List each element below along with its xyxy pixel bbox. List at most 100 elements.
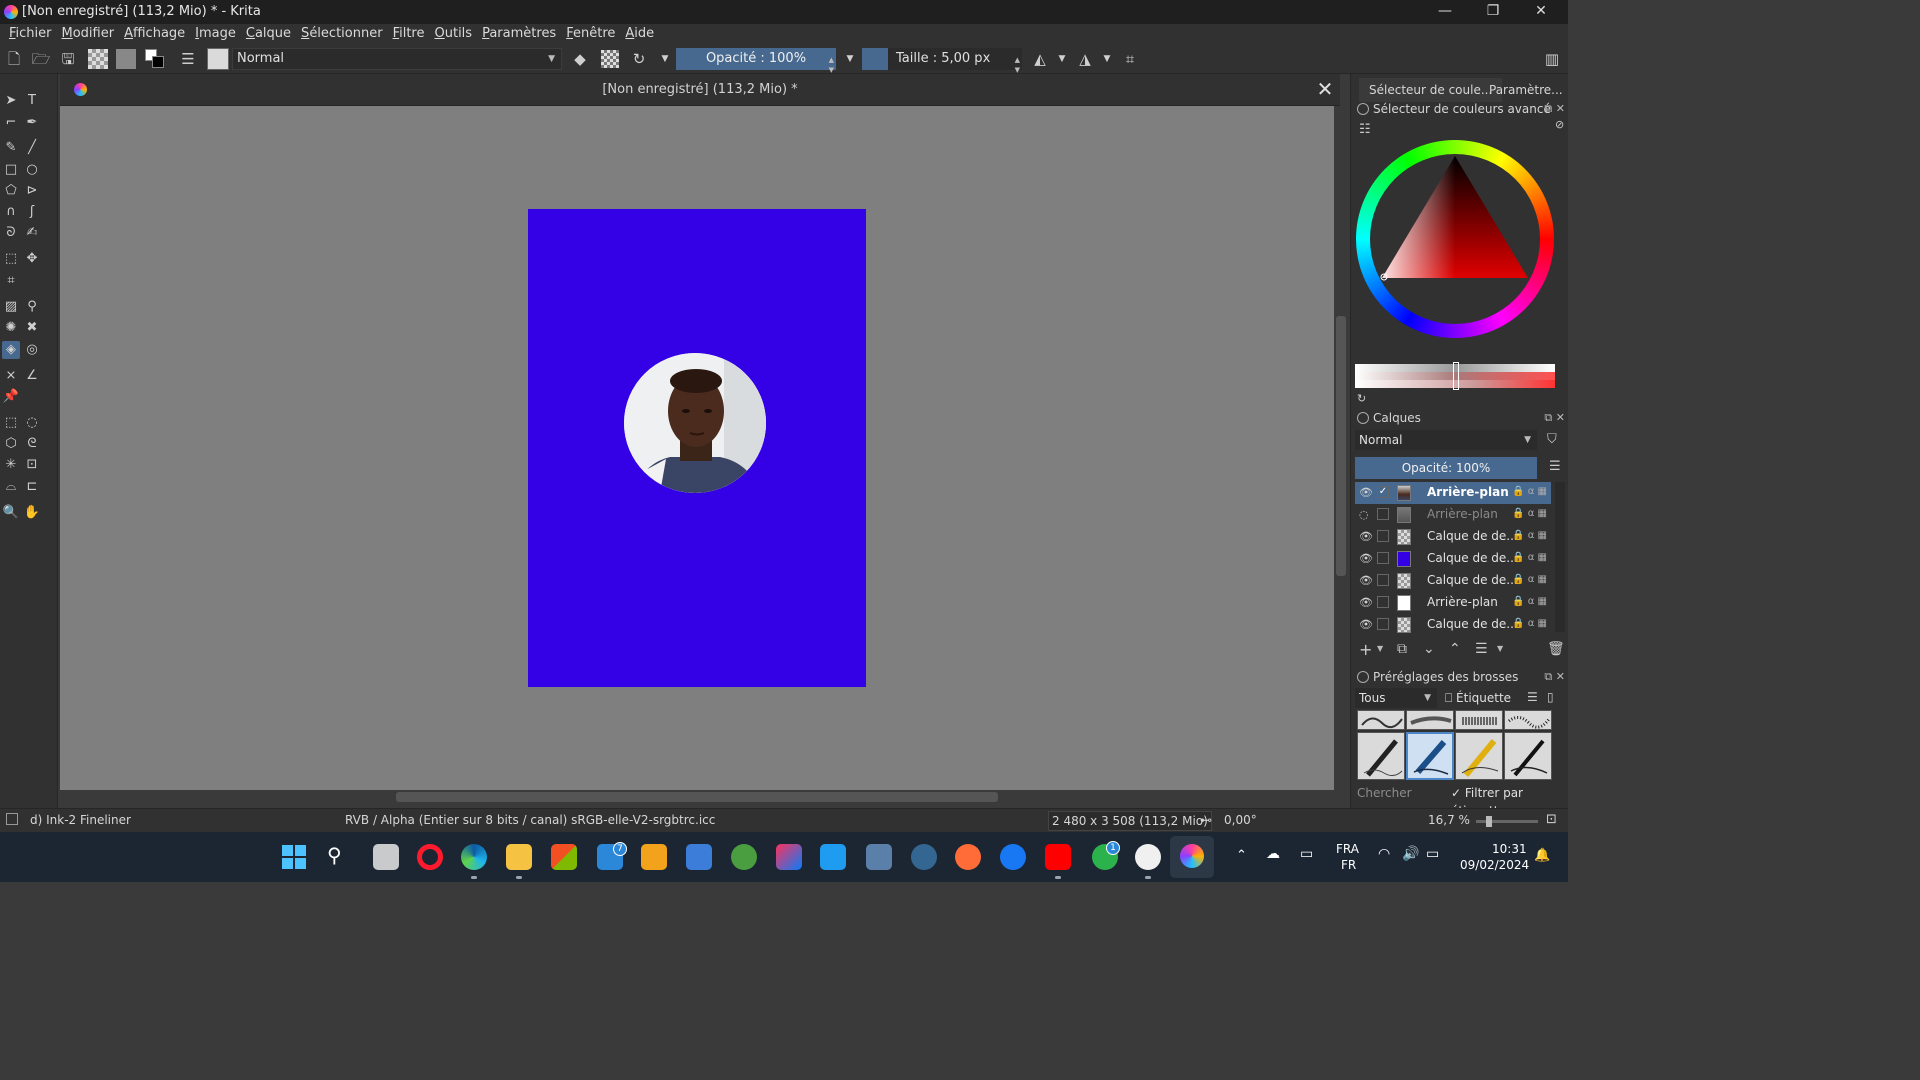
close-document-icon[interactable]: ✕ [1314, 78, 1336, 100]
float-close-icons[interactable]: ⧉ ✕ [1544, 668, 1565, 686]
fit-view-icon[interactable]: ⊡ [1546, 812, 1557, 827]
freehand-path-icon[interactable]: ʃ [23, 203, 41, 221]
image-dimensions[interactable]: 2 480 x 3 508 (113,2 Mio) [1048, 811, 1212, 831]
color-profile-info[interactable]: RVB / Alpha (Entier sur 8 bits / canal) … [345, 813, 715, 827]
clock-time[interactable]: 10:31 [1492, 842, 1527, 856]
eye-icon[interactable]: 👁 [1359, 530, 1373, 543]
layer-select-checkbox[interactable] [1377, 574, 1389, 586]
smart-patch-icon[interactable]: ✖ [23, 319, 41, 337]
line-tool-icon[interactable]: ╱ [23, 139, 41, 157]
chevron-down-icon[interactable]: ▼ [1377, 644, 1383, 653]
ellipse-tool-icon[interactable]: ○ [23, 161, 41, 179]
close-window-button[interactable]: ✕ [1518, 0, 1564, 24]
layer-lock-alpha-icons[interactable]: 🔒 α ▦ [1512, 552, 1547, 563]
vertical-scroll-thumb[interactable] [1336, 316, 1346, 576]
zoom-level[interactable]: 16,7 % [1428, 813, 1470, 827]
layer-select-checkbox[interactable]: ✓ [1377, 486, 1389, 498]
list-view-icon[interactable]: ☰ [1527, 690, 1538, 704]
magic-wand-icon[interactable]: ✳ [2, 456, 20, 474]
vscode-icon[interactable] [820, 844, 846, 870]
foreground-background-color-icon[interactable] [145, 49, 165, 69]
brush-preset-2[interactable] [1406, 710, 1454, 730]
krita-taskbar-active[interactable] [1170, 836, 1214, 878]
layer-lock-alpha-icons[interactable]: 🔒 α ▦ [1512, 574, 1547, 585]
panel-icon[interactable]: ▯ [1547, 690, 1554, 704]
file-explorer-icon[interactable] [506, 844, 532, 870]
brush-size-slider[interactable]: Taille : 5,00 px ▲ ▼ [862, 48, 1022, 74]
brush-preset-ink-fineliner[interactable] [1406, 732, 1454, 780]
gradient-tool-icon[interactable]: ▨ [2, 298, 20, 316]
wifi-icon[interactable]: ◠ [1378, 846, 1390, 862]
eye-hidden-icon[interactable]: ◌ [1359, 508, 1369, 521]
reload-preset-icon[interactable]: ↻ [629, 49, 649, 69]
layer-row[interactable]: 👁 Calque de de... 🔒 α ▦ [1355, 548, 1551, 570]
layer-properties-icon[interactable]: ☰ [1475, 641, 1488, 657]
eye-icon[interactable]: 👁 [1359, 618, 1373, 631]
layer-lock-alpha-icons[interactable]: 🔒 α ▦ [1512, 530, 1547, 541]
eye-icon[interactable]: 👁 [1359, 552, 1373, 565]
layer-row[interactable]: 👁 ✓ Arrière-plan 🔒 α ▦ [1355, 482, 1551, 504]
eye-icon[interactable]: 👁 [1359, 596, 1373, 609]
layer-select-checkbox[interactable] [1377, 508, 1389, 520]
layer-select-checkbox[interactable] [1377, 596, 1389, 608]
bezier-select-icon[interactable]: ⌓ [2, 478, 20, 496]
document-page[interactable] [528, 209, 866, 687]
horizontal-scrollbar[interactable] [60, 790, 1334, 804]
lock-icon[interactable] [1357, 412, 1369, 424]
chevron-up-icon[interactable]: ⌃ [1236, 848, 1247, 863]
pan-tool-icon[interactable]: ✋ [23, 504, 41, 522]
brush-preset-7[interactable] [1455, 732, 1503, 780]
cloud-icon[interactable]: ☁ [1266, 846, 1280, 862]
brush-preset-1[interactable] [1357, 710, 1405, 730]
sublime-text-icon[interactable] [641, 844, 667, 870]
menu-aide[interactable]: Aide [620, 24, 659, 44]
layer-blend-select[interactable]: Normal ▼ [1355, 430, 1537, 450]
menu-fenetre[interactable]: Fenêtre [561, 24, 620, 44]
dynamic-brush-icon[interactable]: ᘐ [2, 224, 20, 242]
edit-shapes-icon[interactable]: ⌐ [2, 114, 20, 132]
layer-menu-icon[interactable]: ☰ [1549, 459, 1561, 474]
move-layer-down-icon[interactable]: ⌄ [1423, 641, 1435, 657]
canvas-area[interactable] [60, 106, 1334, 790]
wrap-around-icon[interactable]: ⌗ [1120, 49, 1140, 69]
color-bar-handle[interactable] [1453, 362, 1459, 390]
document-title[interactable]: [Non enregistré] (113,2 Mio) * [60, 82, 1340, 97]
rectangle-tool-icon[interactable]: □ [2, 161, 20, 179]
brush-search-input[interactable]: Chercher [1357, 784, 1445, 802]
menu-calque[interactable]: Calque [241, 24, 296, 44]
postman-icon[interactable] [955, 844, 981, 870]
menu-image[interactable]: Image [190, 24, 241, 44]
rotation-value[interactable]: 0,00° [1224, 813, 1257, 827]
eye-icon[interactable]: 👁 [1359, 574, 1373, 587]
save-icon[interactable]: 🖫 [58, 49, 78, 69]
microsoft-store-icon[interactable] [551, 844, 577, 870]
edge-icon[interactable] [461, 844, 487, 870]
brush-preset-8[interactable] [1504, 732, 1552, 780]
layer-lock-alpha-icons[interactable]: 🔒 α ▦ [1512, 596, 1547, 607]
start-button[interactable] [282, 845, 306, 869]
menu-selectionner[interactable]: Sélectionner [296, 24, 388, 44]
enclose-fill-icon[interactable]: ◎ [23, 341, 41, 359]
brush-preset-4[interactable] [1504, 710, 1552, 730]
chevron-down-icon[interactable]: ▼ [1097, 49, 1117, 69]
language-indicator[interactable]: FRA [1336, 842, 1359, 856]
magnetic-select-icon[interactable]: ⊏ [23, 478, 41, 496]
rect-select-icon[interactable]: ⬚ [2, 414, 20, 432]
layer-select-checkbox[interactable] [1377, 530, 1389, 542]
layer-opacity-slider[interactable]: Opacité: 100% [1355, 457, 1537, 479]
duplicate-layer-icon[interactable]: ⧉ [1397, 641, 1407, 657]
layer-select-checkbox[interactable] [1377, 618, 1389, 630]
volume-icon[interactable]: 🔊 [1402, 846, 1419, 862]
add-layer-icon[interactable]: + [1359, 640, 1372, 659]
layer-row[interactable]: 👁 Arrière-plan 🔒 α ▦ [1355, 592, 1551, 614]
brush-preset-5[interactable] [1357, 732, 1405, 780]
brush-filter-select[interactable]: Tous ▼ [1355, 688, 1437, 708]
color-picker-icon[interactable]: ⚲ [23, 298, 41, 316]
select-shapes-icon[interactable]: ➤ [2, 92, 20, 110]
menu-filtre[interactable]: Filtre [388, 24, 430, 44]
battery-icon[interactable]: ▭ [1426, 846, 1439, 862]
layers-scrollbar[interactable] [1555, 482, 1565, 632]
menu-fichier[interactable]: Fichier [4, 24, 57, 44]
ellipse-select-icon[interactable]: ◌ [23, 414, 41, 432]
new-document-icon[interactable]: 🗋 [4, 49, 24, 69]
